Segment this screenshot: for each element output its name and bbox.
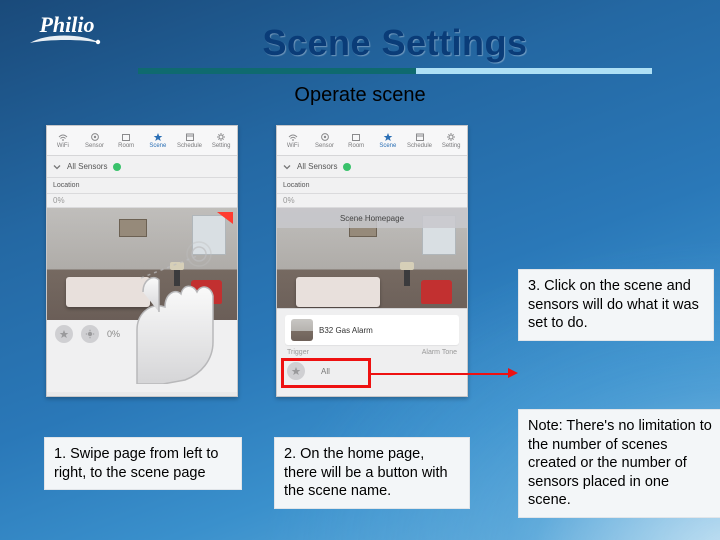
nav-item-setting[interactable]: Setting xyxy=(435,126,467,155)
caption-note: Note: There's no limitation to the numbe… xyxy=(518,409,720,518)
nav-item-scene[interactable]: Scene xyxy=(142,126,174,155)
filter-row[interactable]: All Sensors xyxy=(277,156,467,178)
panel-progress: 0% xyxy=(107,329,120,339)
nav-label: Schedule xyxy=(177,143,202,149)
page-title: Scene Settings xyxy=(138,22,652,64)
nav-item-room[interactable]: Room xyxy=(340,126,372,155)
caption-step-1: 1. Swipe page from left to right, to the… xyxy=(44,437,242,490)
filter-label: All Sensors xyxy=(297,162,337,171)
scene-icon xyxy=(153,132,163,142)
nav-item-room[interactable]: Room xyxy=(110,126,142,155)
title-underline xyxy=(138,68,652,74)
screenshot-scene-home: WiFi Sensor Room Scene Schedule xyxy=(276,125,468,397)
room-photo xyxy=(47,208,237,320)
scene-homepage-label: Scene Homepage xyxy=(340,214,404,223)
nav-item-sensor[interactable]: Sensor xyxy=(79,126,111,155)
sensor-icon xyxy=(90,132,100,142)
nav-item-sensor[interactable]: Sensor xyxy=(309,126,341,155)
screenshot-swipe: WiFi Sensor Room Scene Schedule xyxy=(46,125,238,397)
scene-sub-left: Trigger xyxy=(287,349,309,356)
chevron-down-icon xyxy=(53,163,61,171)
location-label: Location xyxy=(283,182,309,189)
nav-item-setting[interactable]: Setting xyxy=(205,126,237,155)
scene-panel: B32 Gas Alarm Trigger Alarm Tone All xyxy=(277,308,467,396)
star-icon[interactable] xyxy=(55,325,73,343)
scene-sub-right: Alarm Tone xyxy=(422,349,457,356)
nav-item-wifi[interactable]: WiFi xyxy=(47,126,79,155)
content-area: WiFi Sensor Room Scene Schedule xyxy=(28,107,692,527)
nav-label: Scene xyxy=(379,143,396,149)
gear-icon xyxy=(446,132,456,142)
scene-homepage-header: Scene Homepage xyxy=(277,208,467,228)
nav-label: Room xyxy=(348,143,364,149)
progress-row: 0% xyxy=(47,194,237,208)
caption-step-3: 3. Click on the scene and sensors will d… xyxy=(518,269,714,341)
room-icon xyxy=(121,132,131,142)
room-icon xyxy=(351,132,361,142)
nav-label: Scene xyxy=(149,143,166,149)
scene-thumb xyxy=(291,319,313,341)
room-photo: Scene Homepage Modify 15:23:2 xyxy=(277,208,467,320)
chevron-down-icon xyxy=(283,163,291,171)
sun-icon[interactable] xyxy=(81,325,99,343)
filter-label: All Sensors xyxy=(67,162,107,171)
nav-item-wifi[interactable]: WiFi xyxy=(277,126,309,155)
caption-step-2: 2. On the home page, there will be a but… xyxy=(274,437,470,509)
app-nav: WiFi Sensor Room Scene Schedule xyxy=(47,126,237,156)
nav-item-schedule[interactable]: Schedule xyxy=(174,126,206,155)
section-subhead: Operate scene xyxy=(28,84,692,107)
sensor-icon xyxy=(320,132,330,142)
app-nav: WiFi Sensor Room Scene Schedule xyxy=(277,126,467,156)
brand-name: Philio xyxy=(28,14,106,36)
panel-lower: 0% xyxy=(47,320,237,392)
location-row: Location xyxy=(277,178,467,194)
nav-label: WiFi xyxy=(287,143,299,149)
location-label: Location xyxy=(53,182,79,189)
wifi-icon xyxy=(288,132,298,142)
nav-label: Setting xyxy=(442,143,461,149)
nav-label: WiFi xyxy=(57,143,69,149)
scene-actions: All xyxy=(277,358,467,384)
progress-value: 0% xyxy=(53,196,65,205)
filter-row[interactable]: All Sensors xyxy=(47,156,237,178)
scene-icon xyxy=(383,132,393,142)
progress-row: 0% xyxy=(277,194,467,208)
scene-card-title: B32 Gas Alarm xyxy=(319,326,373,335)
scene-button-label[interactable]: All xyxy=(321,367,330,376)
scene-card-sub: Trigger Alarm Tone xyxy=(277,349,467,358)
nav-label: Room xyxy=(118,143,134,149)
nav-label: Setting xyxy=(212,143,231,149)
nav-label: Sensor xyxy=(85,143,104,149)
brand-swoosh-icon xyxy=(28,35,102,49)
nav-label: Sensor xyxy=(315,143,334,149)
status-dot-icon xyxy=(113,163,121,171)
gear-icon xyxy=(216,132,226,142)
schedule-icon xyxy=(185,132,195,142)
scene-card[interactable]: B32 Gas Alarm xyxy=(285,315,459,345)
progress-value: 0% xyxy=(283,196,295,205)
scene-star-button[interactable] xyxy=(287,362,305,380)
nav-item-schedule[interactable]: Schedule xyxy=(404,126,436,155)
nav-item-scene[interactable]: Scene xyxy=(372,126,404,155)
wifi-icon xyxy=(58,132,68,142)
status-dot-icon xyxy=(343,163,351,171)
schedule-icon xyxy=(415,132,425,142)
brand-logo: Philio xyxy=(28,14,106,54)
nav-label: Schedule xyxy=(407,143,432,149)
slide: Philio Scene Settings Operate scene WiFi… xyxy=(0,0,720,540)
callout-arrow-head-icon xyxy=(508,368,518,378)
title-block: Scene Settings xyxy=(138,18,652,74)
location-row: Location xyxy=(47,178,237,194)
